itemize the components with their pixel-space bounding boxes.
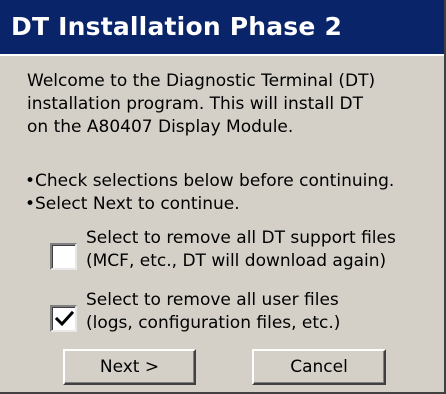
remove-support-files-label[interactable]: Select to remove all DT support files (M… (86, 227, 396, 273)
installer-dialog: DT Installation Phase 2 Welcome to the D… (0, 0, 446, 394)
instruction-item: • Select Next to continue. (25, 193, 444, 216)
instruction-text: Select Next to continue. (35, 194, 240, 214)
option-label-line: (logs, configuration files, etc.) (86, 313, 341, 333)
remove-user-files-label[interactable]: Select to remove all user files (logs, c… (86, 289, 340, 335)
instruction-text: Check selections below before continuing… (35, 171, 395, 191)
checkmark-icon (54, 310, 75, 327)
welcome-line: Welcome to the Diagnostic Terminal (DT) (27, 71, 376, 91)
bullet-icon: • (25, 194, 36, 214)
bullet-icon: • (25, 171, 36, 191)
remove-user-files-option[interactable]: Select to remove all user files (logs, c… (50, 289, 340, 335)
welcome-line: installation program. This will install … (27, 94, 364, 114)
option-label-line: Select to remove all DT support files (86, 228, 396, 248)
window-title: DT Installation Phase 2 (11, 12, 343, 41)
remove-support-files-option[interactable]: Select to remove all DT support files (M… (50, 227, 396, 273)
title-separator (0, 54, 444, 56)
remove-support-files-checkbox[interactable] (50, 243, 77, 270)
option-label-line: (MCF, etc., DT will download again) (86, 251, 387, 271)
option-label-line: Select to remove all user files (86, 290, 339, 310)
remove-user-files-checkbox[interactable] (50, 305, 77, 332)
instruction-list: • Check selections below before continui… (25, 170, 444, 216)
next-button[interactable]: Next > (63, 349, 196, 385)
instruction-item: • Check selections below before continui… (25, 170, 444, 193)
cancel-button[interactable]: Cancel (252, 349, 386, 385)
welcome-message: Welcome to the Diagnostic Terminal (DT) … (27, 70, 437, 139)
welcome-line: on the A80407 Display Module. (27, 117, 294, 137)
title-bar: DT Installation Phase 2 (0, 0, 444, 54)
